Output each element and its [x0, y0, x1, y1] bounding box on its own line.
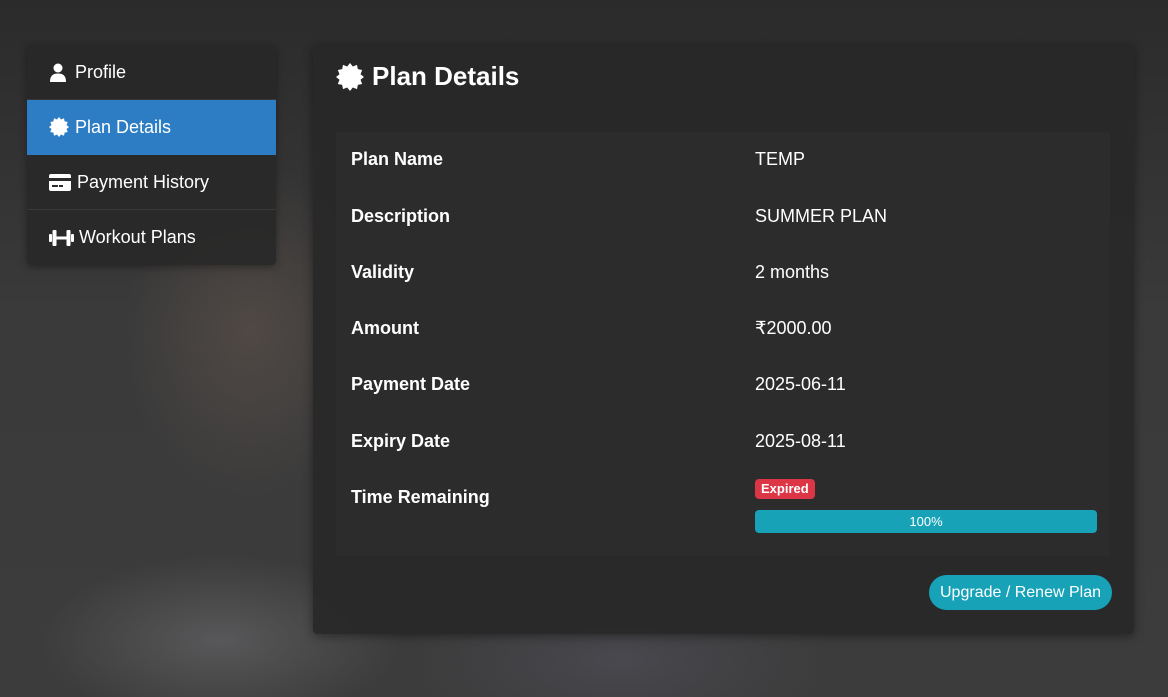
sidebar-item-label: Workout Plans: [79, 227, 196, 247]
payment-date-value: 2025-06-11: [755, 374, 846, 394]
detail-label: Time Remaining: [351, 487, 490, 507]
detail-label: Description: [351, 206, 451, 226]
page-title: Plan Details: [336, 61, 519, 92]
plan-details-table: Plan Name TEMP Description SUMMER PLAN V…: [336, 132, 1110, 556]
detail-label: Plan Name: [351, 149, 444, 169]
user-icon: [49, 63, 73, 82]
credit-card-icon: [49, 173, 75, 191]
detail-label: Amount: [351, 318, 419, 338]
page-title-text: Plan Details: [372, 61, 520, 91]
status-badge: Expired: [755, 479, 815, 499]
sidebar-item-label: Profile: [75, 61, 127, 82]
detail-label: Payment Date: [351, 374, 471, 394]
sidebar-item-label: Payment History: [77, 171, 210, 192]
sidebar: Profile Plan Details Payment History Wor…: [27, 45, 276, 265]
plan-name-value: TEMP: [755, 149, 806, 169]
dumbbell-icon: [49, 229, 77, 247]
sidebar-item-profile[interactable]: Profile: [27, 45, 276, 100]
sidebar-item-payment-history[interactable]: Payment History: [27, 155, 276, 210]
detail-label: Expiry Date: [351, 431, 451, 451]
certificate-icon: [336, 62, 364, 91]
certificate-icon: [49, 117, 73, 137]
validity-value: 2 months: [755, 262, 830, 282]
progress-fill: 100%: [755, 510, 1097, 533]
plan-details-card: Plan Details Plan Name TEMP Description …: [313, 45, 1134, 634]
expiry-date-value: 2025-08-11: [755, 431, 846, 451]
sidebar-item-workout-plans[interactable]: Workout Plans: [27, 210, 276, 265]
sidebar-item-plan-details[interactable]: Plan Details: [27, 100, 276, 155]
upgrade-renew-plan-button[interactable]: Upgrade / Renew Plan: [929, 575, 1112, 610]
description-value: SUMMER PLAN: [755, 206, 888, 226]
amount-value: ₹2000.00: [755, 318, 832, 338]
sidebar-item-label: Plan Details: [75, 116, 172, 137]
detail-label: Validity: [351, 262, 415, 282]
time-remaining-progress-bar: 100%: [755, 510, 1097, 533]
